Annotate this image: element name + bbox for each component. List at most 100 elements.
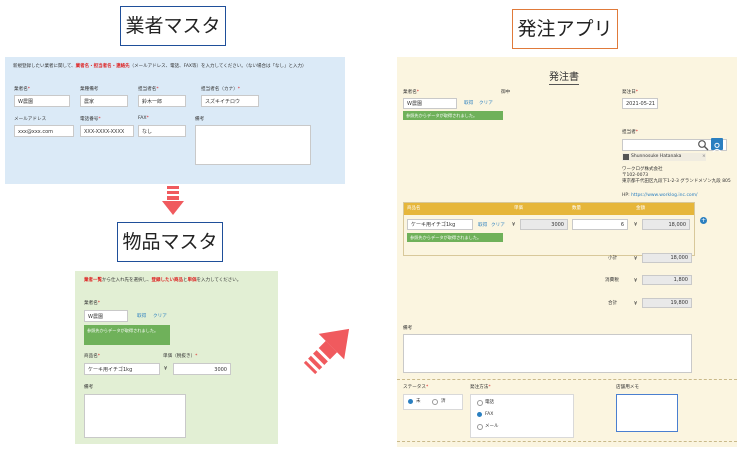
item-price-field[interactable]: 3000 — [173, 363, 231, 375]
add-row-icon[interactable]: + — [700, 217, 707, 224]
total-label: 合計 — [608, 301, 618, 306]
method-radio-fax[interactable] — [477, 412, 482, 417]
item-get-link[interactable]: 取得 — [137, 313, 146, 319]
order-memo-textarea[interactable] — [403, 334, 692, 373]
search-icon[interactable] — [697, 139, 709, 151]
phone-label: 電話番号* — [80, 117, 101, 122]
item-vendor-label: 業者名* — [84, 301, 101, 306]
gyosha-instruction: 新規登録したい業者に関して、業者名・担当者名・連絡先（メールアドレス、電話、FA… — [13, 64, 307, 69]
user-icon — [712, 142, 722, 153]
order-date-field[interactable]: 2021-05-21 — [622, 98, 658, 109]
subtotal-yen: ¥ — [634, 256, 638, 262]
down-arrow-icon — [162, 186, 184, 215]
order-method-label: 発注方法* — [470, 385, 491, 390]
status-radio-mi[interactable] — [408, 399, 413, 404]
person-in-charge-label: 担当者* — [622, 130, 639, 135]
gyosha-master-panel: 新規登録したい業者に関して、業者名・担当者名・連絡先（メールアドレス、電話、FA… — [5, 57, 345, 184]
status-radio-group: 未 済 — [403, 394, 463, 410]
tax-field: 1,800 — [642, 275, 692, 285]
vendor-note-field[interactable]: 農家 — [80, 95, 128, 107]
hinmoku-master-panel: 業者一覧から仕入れ先を選択し、登録したい商品と単価を入力してください。 業者名*… — [75, 271, 278, 444]
tax-yen: ¥ — [634, 278, 638, 284]
status-mi-label: 未 — [416, 399, 421, 404]
item-fetch-note: 参照先からデータが取得されました。 — [84, 325, 170, 345]
bottom-divider — [397, 441, 737, 442]
vendor-note-label: 業種備考 — [80, 87, 99, 92]
memo-label: 備考 — [195, 117, 205, 122]
selected-user-name: Shunnosuke Hatanaka — [631, 154, 682, 159]
order-vendor-label: 業者名* — [403, 90, 420, 95]
total-yen: ¥ — [634, 301, 638, 307]
store-memo-label: 店舗用メモ — [616, 385, 639, 390]
vendor-label: 業者名* — [14, 87, 31, 92]
person-kana-label: 担当者名（カナ）* — [201, 87, 241, 92]
row-get-link[interactable]: 取得 — [478, 222, 487, 228]
email-label: メールアドレス — [14, 117, 47, 122]
order-memo-label: 備考 — [403, 326, 413, 331]
fax-field[interactable]: なし — [138, 125, 186, 137]
person-label: 担当者名* — [138, 87, 159, 92]
total-field: 19,800 — [642, 298, 692, 308]
order-heading: 発注書 — [549, 68, 579, 85]
status-radio-zumi[interactable] — [432, 399, 438, 405]
item-name-field[interactable]: ケーキ用イチゴ1kg — [84, 363, 160, 375]
item-memo-label: 備考 — [84, 385, 94, 390]
user-avatar-icon — [623, 154, 629, 160]
vendor-field[interactable]: W農園 — [14, 95, 70, 107]
items-table: 商品名 単価 数量 金額 ケーキ用イチゴ1kg 取得 クリア 参照先からデータが… — [403, 202, 695, 256]
order-date-label: 発注日* — [622, 90, 639, 95]
store-memo-textarea[interactable] — [616, 394, 678, 432]
person-kana-field[interactable]: スズキイチロウ — [201, 95, 259, 107]
tax-label: 消費税 — [605, 278, 619, 283]
gyosha-master-title: 業者マスタ — [120, 6, 226, 46]
status-zumi-label: 済 — [441, 399, 446, 404]
remove-user-icon[interactable]: × — [702, 154, 706, 160]
company-hp: HP: https://www.worklog.inc.com/ — [622, 193, 698, 198]
section-divider — [397, 379, 737, 380]
method-mail-label: メール — [485, 424, 499, 429]
row-qty-field[interactable]: 6 — [572, 219, 628, 230]
item-memo-textarea[interactable] — [84, 394, 186, 438]
hatchu-app-title: 発注アプリ — [512, 9, 618, 49]
subtotal-label: 小計 — [608, 256, 618, 261]
email-field[interactable]: xxx@xxx.com — [14, 125, 74, 137]
items-table-header: 商品名 単価 数量 金額 — [404, 203, 694, 215]
item-vendor-field[interactable]: W農園 — [84, 310, 128, 322]
row-clear-link[interactable]: クリア — [491, 222, 505, 228]
method-radio-phone[interactable] — [477, 400, 483, 406]
fax-label: FAX* — [138, 116, 149, 121]
th-price: 単価 — [514, 206, 523, 211]
method-fax-label: FAX — [485, 412, 494, 417]
method-phone-label: 電話 — [485, 400, 494, 405]
memo-textarea[interactable] — [195, 125, 311, 165]
row-amount-yen: ¥ — [634, 222, 638, 228]
status-label: ステータス* — [403, 385, 429, 390]
th-amount: 金額 — [636, 206, 645, 211]
diagonal-arrow-icon — [303, 328, 350, 375]
yen-sign: ¥ — [164, 366, 168, 372]
row-price-field: 3000 — [520, 219, 568, 230]
person-field[interactable]: 鈴木一郎 — [138, 95, 186, 107]
order-vendor-get-link[interactable]: 取得 — [464, 100, 473, 106]
item-name-label: 商品名* — [84, 354, 101, 359]
user-picker-button[interactable] — [711, 138, 723, 153]
hinmoku-instruction: 業者一覧から仕入れ先を選択し、登録したい商品と単価を入力してください。 — [84, 278, 242, 283]
method-radio-mail[interactable] — [477, 424, 483, 430]
th-qty: 数量 — [572, 206, 581, 211]
phone-field[interactable]: XXX-XXXX-XXXX — [80, 125, 134, 137]
item-clear-link[interactable]: クリア — [153, 313, 167, 319]
subtotal-field: 18,000 — [642, 253, 692, 263]
row-price-yen: ¥ — [512, 222, 516, 228]
company-address: 東京都千代田区九段下1-2-3 グランドメゾン九段 805 — [622, 179, 731, 184]
hatchu-app-panel: 発注書 業者名* 御中 W農園 取得 クリア 参照先からデータが取得されました。… — [397, 57, 737, 447]
row-fetch-note: 参照先からデータが取得されました。 — [407, 233, 503, 242]
order-vendor-fetch-note: 参照先からデータが取得されました。 — [403, 111, 503, 120]
order-vendor-clear-link[interactable]: クリア — [479, 100, 493, 106]
th-item: 商品名 — [407, 206, 421, 211]
onchu-label: 御中 — [501, 90, 511, 95]
selected-user-chip: Shunnosuke Hatanaka × — [622, 153, 706, 161]
row-amount-field: 18,000 — [642, 219, 690, 230]
order-vendor-field[interactable]: W農園 — [403, 98, 457, 109]
row-item-field[interactable]: ケーキ用イチゴ1kg — [407, 219, 473, 230]
order-method-radio-group: 電話 FAX メール — [470, 394, 574, 438]
